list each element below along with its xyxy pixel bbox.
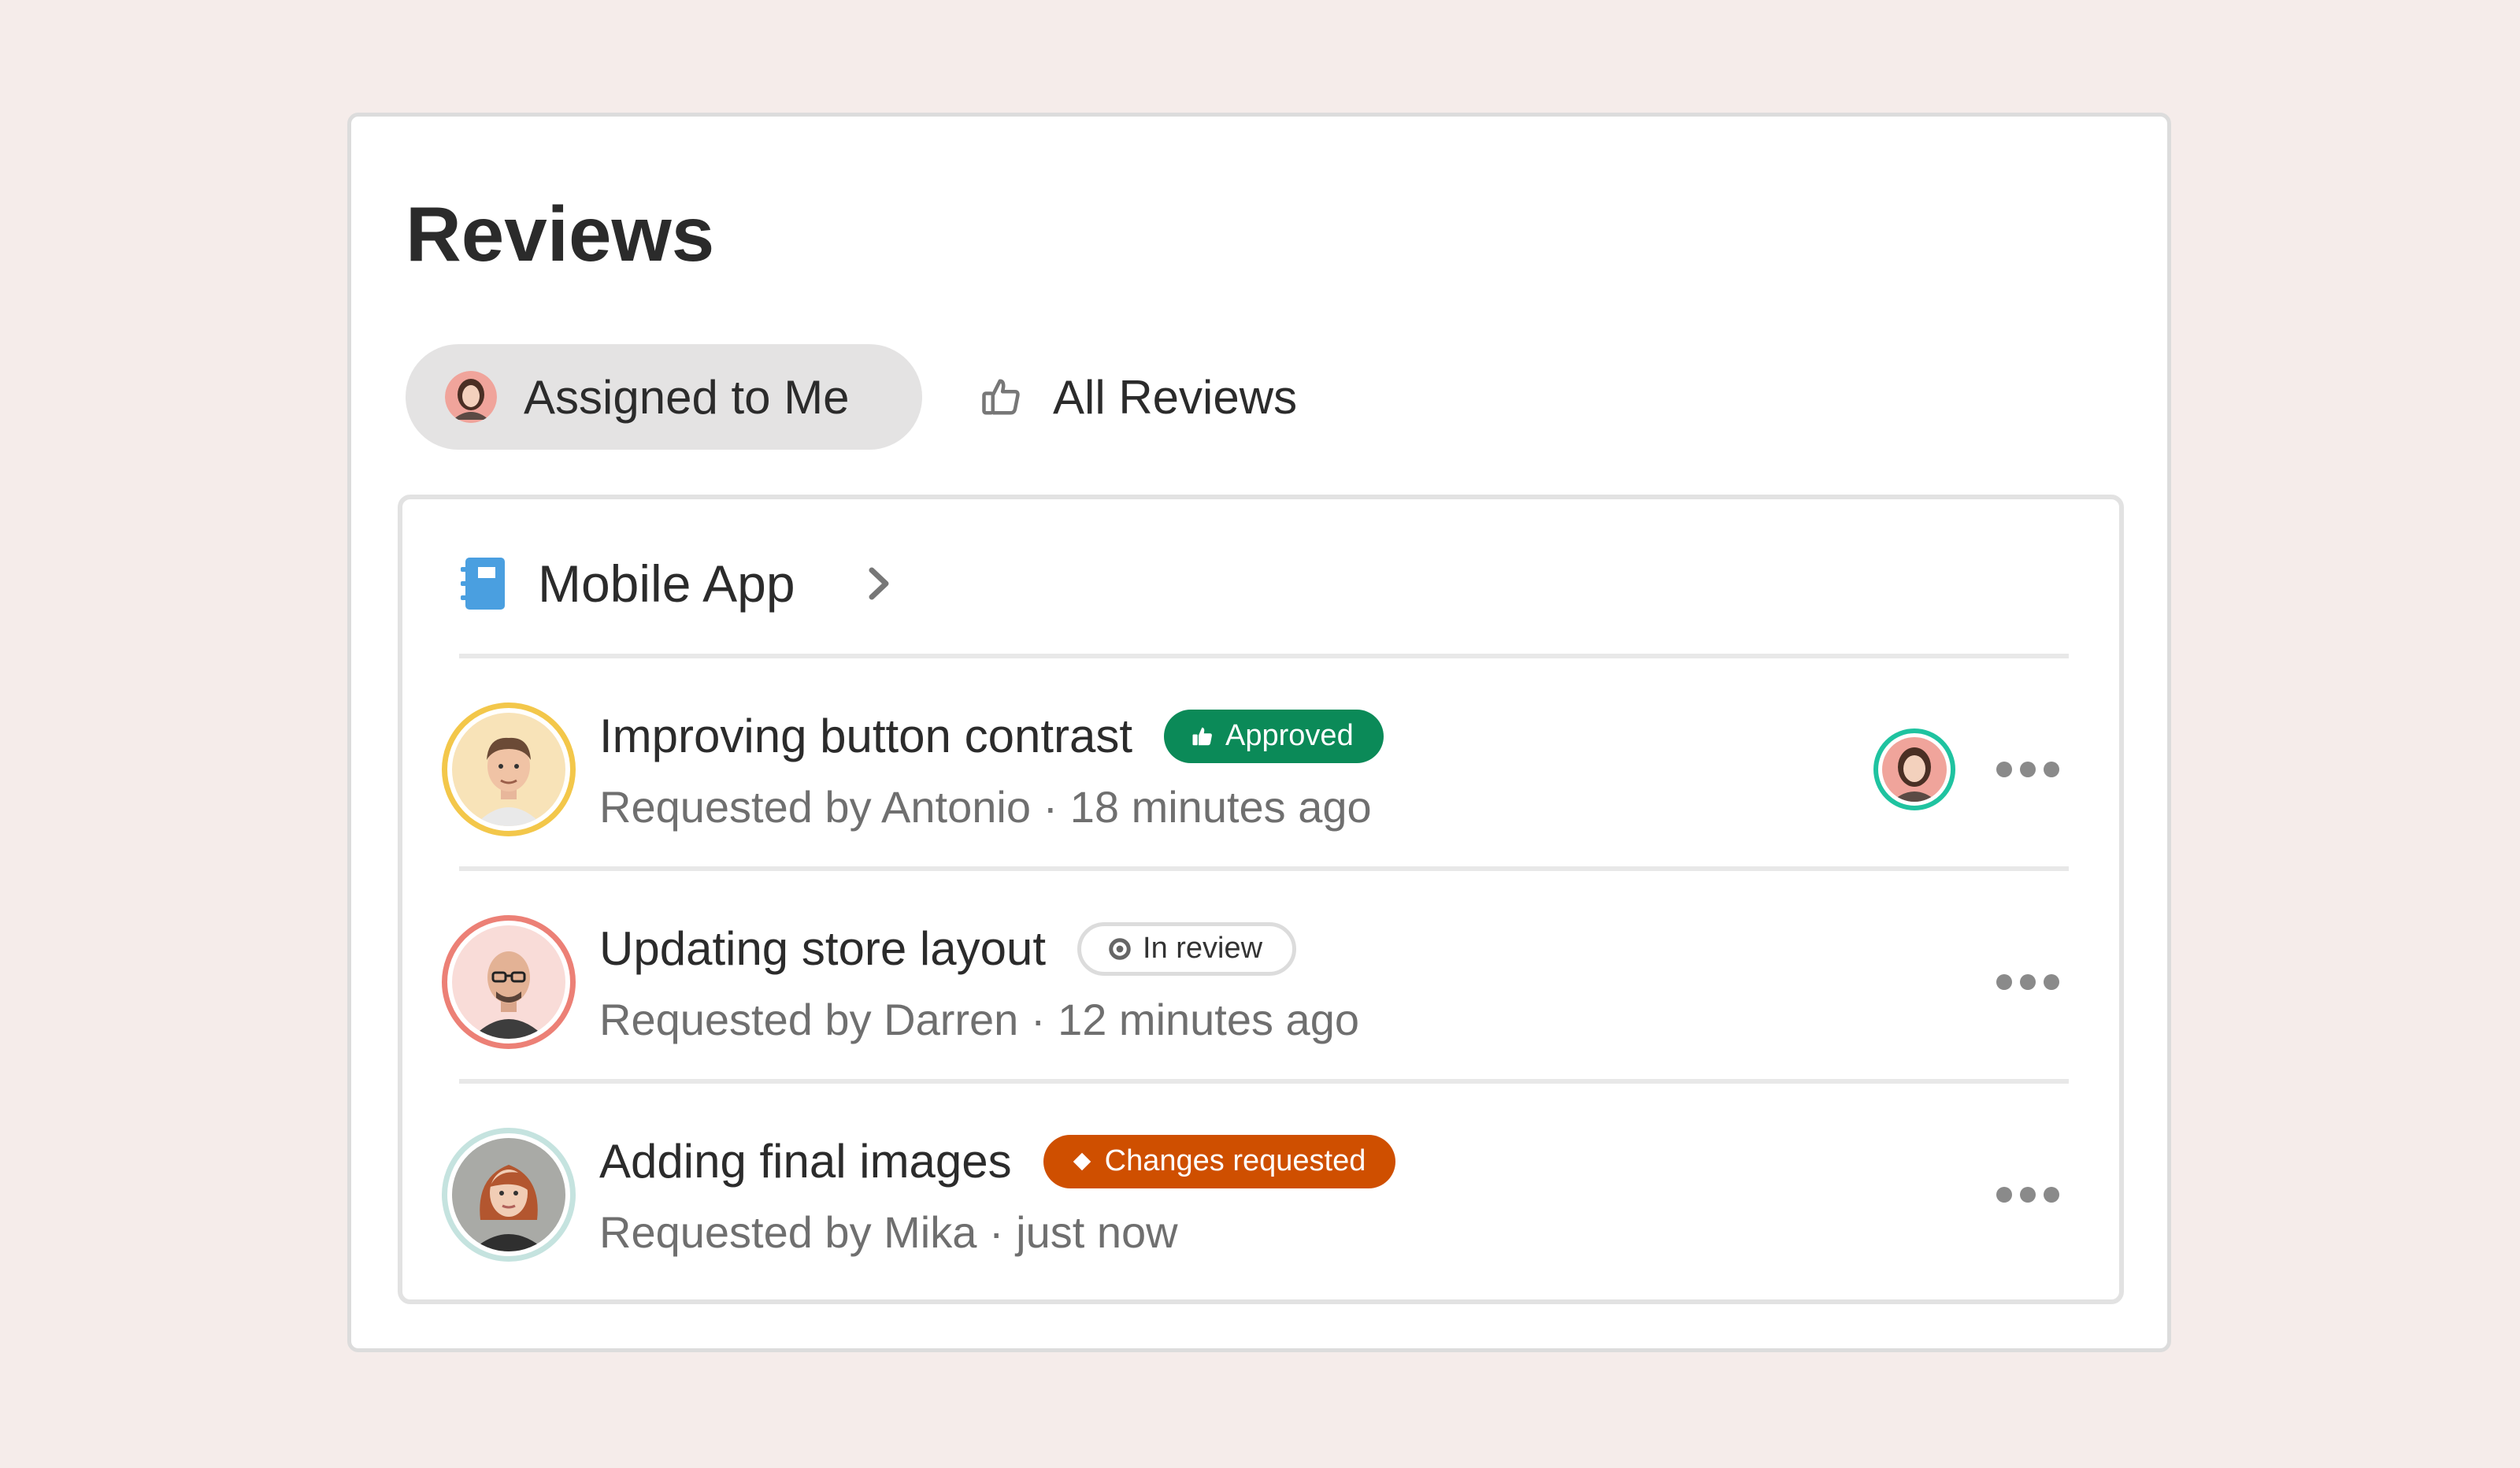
reviewer-avatar (1882, 737, 1947, 802)
review-list: Mobile App Improving button contrast App… (398, 495, 2124, 1304)
more-options-icon[interactable] (1996, 973, 2059, 992)
review-row[interactable]: Adding final images Changes requested Re… (442, 1088, 2080, 1301)
thumbs-up-icon (1192, 727, 1212, 745)
tab-assigned-to-me[interactable]: Assigned to Me (406, 344, 922, 450)
requested-by: Requested by Darren · 12 minutes ago (599, 995, 1359, 1044)
more-options-icon[interactable] (1996, 1185, 2059, 1204)
review-row[interactable]: Improving button contrast Approved Reque… (442, 663, 2080, 876)
group-header[interactable]: Mobile App (459, 548, 893, 619)
status-badge: In review (1077, 921, 1297, 976)
diamond-icon (1073, 1152, 1091, 1170)
tab-label: All Reviews (1053, 370, 1298, 424)
divider (459, 1079, 2069, 1084)
tab-all-reviews[interactable]: All Reviews (922, 344, 1297, 450)
requester-avatar[interactable] (442, 915, 576, 1049)
reviews-card: Reviews Assigned to Me All Reviews Mobil… (347, 113, 2171, 1352)
review-tabs: Assigned to Me All Reviews (406, 343, 1297, 451)
darren-avatar (452, 925, 565, 1039)
requester-avatar[interactable] (442, 702, 576, 836)
chevron-right-icon[interactable] (865, 565, 893, 602)
divider (459, 866, 2069, 871)
review-title[interactable]: Updating store layout (599, 921, 1046, 976)
user-avatar (445, 371, 497, 423)
row-title-line: Improving button contrast Approved (599, 709, 1384, 763)
requester-avatar[interactable] (442, 1128, 576, 1262)
page-title: Reviews (406, 191, 715, 277)
notebook-icon (461, 558, 505, 610)
target-icon (1109, 937, 1131, 960)
assignee-avatar[interactable] (1873, 728, 1955, 810)
row-title-line: Updating store layout In review (599, 921, 1297, 976)
group-title: Mobile App (538, 554, 795, 613)
requested-by: Requested by Mika · just now (599, 1207, 1178, 1257)
review-title[interactable]: Improving button contrast (599, 709, 1132, 763)
thumbs-up-icon (982, 379, 1020, 415)
status-label: Changes requested (1104, 1144, 1366, 1177)
review-row[interactable]: Updating store layout In review Requeste… (442, 876, 2080, 1088)
review-title[interactable]: Adding final images (599, 1134, 1012, 1188)
status-label: Approved (1225, 719, 1354, 752)
requested-by: Requested by Antonio · 18 minutes ago (599, 782, 1372, 832)
row-title-line: Adding final images Changes requested (599, 1134, 1396, 1188)
more-options-icon[interactable] (1996, 760, 2059, 779)
status-badge: Approved (1164, 709, 1384, 763)
mika-avatar (452, 1138, 565, 1251)
status-label: In review (1143, 932, 1263, 965)
tab-label: Assigned to Me (524, 370, 850, 424)
antonio-avatar (452, 713, 565, 826)
divider (459, 654, 2069, 658)
status-badge: Changes requested (1043, 1134, 1396, 1188)
